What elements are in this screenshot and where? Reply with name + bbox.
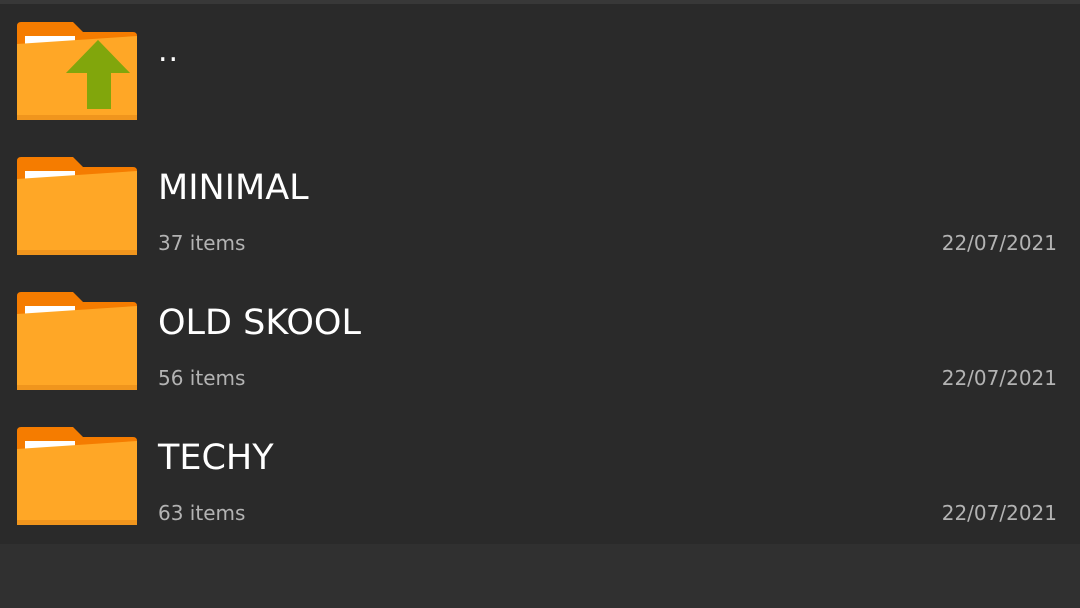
parent-directory-label: .. bbox=[158, 34, 180, 69]
folder-date: 22/07/2021 bbox=[941, 501, 1057, 525]
file-list: .. MINIMAL 37 items 22/07/2021 OLD SKOOL bbox=[0, 4, 1080, 544]
folder-item-count: 63 items bbox=[158, 501, 246, 525]
folder-row-techy[interactable]: TECHY 63 items 22/07/2021 bbox=[0, 409, 1080, 544]
folder-name: OLD SKOOL bbox=[158, 303, 361, 343]
folder-date: 22/07/2021 bbox=[941, 231, 1057, 255]
folder-date: 22/07/2021 bbox=[941, 366, 1057, 390]
folder-row-minimal[interactable]: MINIMAL 37 items 22/07/2021 bbox=[0, 139, 1080, 274]
folder-icon bbox=[17, 427, 137, 525]
folder-icon bbox=[17, 292, 137, 390]
parent-directory-row[interactable]: .. bbox=[0, 4, 1080, 139]
folder-item-count: 56 items bbox=[158, 366, 246, 390]
folder-up-icon bbox=[17, 22, 137, 120]
folder-row-old-skool[interactable]: OLD SKOOL 56 items 22/07/2021 bbox=[0, 274, 1080, 409]
folder-icon bbox=[17, 157, 137, 255]
folder-name: MINIMAL bbox=[158, 168, 309, 208]
folder-item-count: 37 items bbox=[158, 231, 246, 255]
empty-list-area bbox=[0, 544, 1080, 608]
folder-name: TECHY bbox=[158, 438, 274, 478]
